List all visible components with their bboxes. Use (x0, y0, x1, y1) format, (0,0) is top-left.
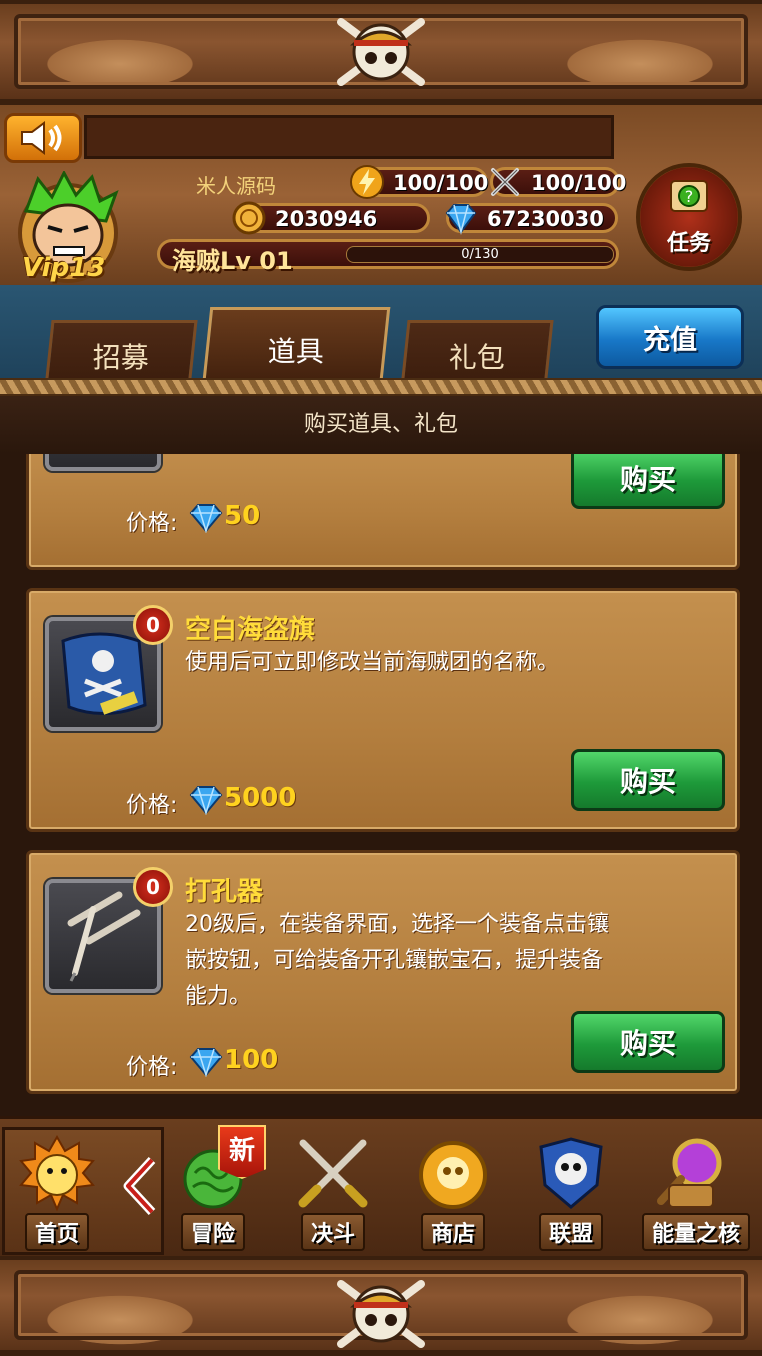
price-value: 100 (224, 1045, 279, 1075)
pirate-skull-icon (331, 1272, 431, 1356)
stamina-value: 100/100 (531, 171, 627, 195)
lightning-icon (350, 165, 384, 199)
nav-home-label: 首页 (24, 1213, 89, 1251)
item-description-line: 能力。 (185, 984, 252, 1009)
exp-progress-bar: 0/130 (346, 246, 614, 263)
question-scroll-icon: ? (670, 180, 708, 212)
task-button[interactable]: ? 任务 (636, 163, 742, 271)
list-item: 价格: 50 购买 (26, 454, 740, 570)
item-icon-frame (45, 454, 161, 471)
pirate-skull-icon (331, 10, 431, 94)
diamond-value: 67230030 (487, 207, 604, 231)
gold-skull-coin-icon (419, 1141, 487, 1209)
item-title: 空白海盗旗 (185, 615, 316, 645)
price-value: 5000 (224, 783, 297, 813)
nav-energy-core-label: 能量之核 (641, 1213, 750, 1251)
announcement-bar (84, 115, 614, 159)
item-title: 打孔器 (185, 877, 264, 907)
nav-adventure-label: 冒险 (180, 1213, 245, 1251)
gold-value: 2030946 (275, 207, 378, 231)
nav-alliance-label: 联盟 (538, 1213, 603, 1251)
top-frame (0, 0, 762, 105)
list-item: 0 空白海盗旗 使用后可立即修改当前海贼团的名称。 价格: 5000 购买 (26, 588, 740, 832)
bottom-frame (0, 1256, 762, 1356)
item-description-line: 20级后，在装备界面，选择一个装备点击镶 (185, 912, 609, 937)
vip-level-badge: Vip13 (22, 253, 106, 283)
buy-button[interactable]: 购买 (571, 1011, 725, 1073)
new-badge: 新 (218, 1125, 266, 1179)
bottom-nav: 首页 新 冒险 决斗 商店 联盟 能量之核 (0, 1116, 762, 1256)
coin-icon (232, 201, 266, 235)
buy-button[interactable]: 购买 (571, 454, 725, 509)
player-level: 海贼Lv 01 (172, 247, 293, 275)
nav-shop-label: 商店 (420, 1213, 485, 1251)
gold-counter: 2030946 (232, 201, 430, 235)
nav-duel[interactable]: 决斗 (278, 1127, 388, 1253)
player-name: 米人源码 (196, 174, 276, 198)
sunny-lion-icon (19, 1134, 95, 1212)
sound-toggle-button[interactable] (4, 113, 82, 163)
energy-value: 100/100 (393, 171, 489, 195)
item-count-badge: 0 (133, 867, 173, 907)
price-value: 50 (224, 501, 261, 531)
crossed-swords-icon (491, 168, 519, 196)
exp-value: 0/130 (461, 247, 499, 262)
item-list[interactable]: 价格: 50 购买 0 空白海盗旗 使用后可立即修改当前海贼团的名称。 价格: … (0, 454, 762, 1116)
price-label: 价格: (126, 1055, 178, 1080)
list-item: 0 打孔器 20级后，在装备界面，选择一个装备点击镶 嵌按钮，可给装备开孔镶嵌宝… (26, 850, 740, 1094)
diamond-icon (189, 786, 223, 815)
nav-shop[interactable]: 商店 (398, 1127, 508, 1253)
tab-items-label: 道具 (267, 334, 324, 368)
nav-duel-label: 决斗 (300, 1213, 365, 1251)
price-label: 价格: (126, 793, 178, 818)
price-label: 价格: (126, 511, 178, 536)
collapse-arrow-icon[interactable] (118, 1151, 162, 1221)
rope-divider (0, 378, 762, 396)
section-subtitle: 购买道具、礼包 (0, 396, 762, 454)
diamond-icon (189, 1048, 223, 1077)
magnifying-orb-icon (657, 1138, 722, 1208)
recharge-button[interactable]: 充值 (596, 305, 744, 369)
nav-home[interactable]: 首页 (2, 1127, 112, 1253)
item-description: 20级后，在装备界面，选择一个装备点击镶 嵌按钮，可给装备开孔镶嵌宝石，提升装备… (185, 907, 725, 1015)
level-bar: 海贼Lv 01 0/130 (157, 239, 619, 275)
stamina-counter: 100/100 (490, 167, 626, 197)
diamond-icon (445, 204, 477, 235)
crossed-swords-icon (298, 1139, 368, 1208)
skull-shield-icon (539, 1137, 603, 1209)
player-status-header: Vip13 米人源码 100/100 100/100 2030946 67230… (0, 105, 762, 285)
task-label: 任务 (666, 231, 711, 256)
tab-items[interactable]: 道具 (201, 307, 391, 389)
item-count-badge: 0 (133, 605, 173, 645)
svg-text:?: ? (685, 187, 694, 206)
nav-alliance[interactable]: 联盟 (516, 1127, 626, 1253)
tab-gift-packs-label: 礼包 (448, 340, 505, 374)
item-description-line: 嵌按钮，可给装备开孔镶嵌宝石，提升装备 (185, 948, 604, 973)
tab-recruit-label: 招募 (92, 340, 149, 374)
nav-energy-core[interactable]: 能量之核 (636, 1127, 756, 1253)
diamond-icon (189, 504, 223, 533)
item-description: 使用后可立即修改当前海贼团的名称。 (185, 650, 560, 675)
buy-button[interactable]: 购买 (571, 749, 725, 811)
diamond-counter: 67230030 (445, 203, 618, 235)
speaker-icon (21, 121, 62, 155)
energy-counter: 100/100 (350, 165, 489, 199)
